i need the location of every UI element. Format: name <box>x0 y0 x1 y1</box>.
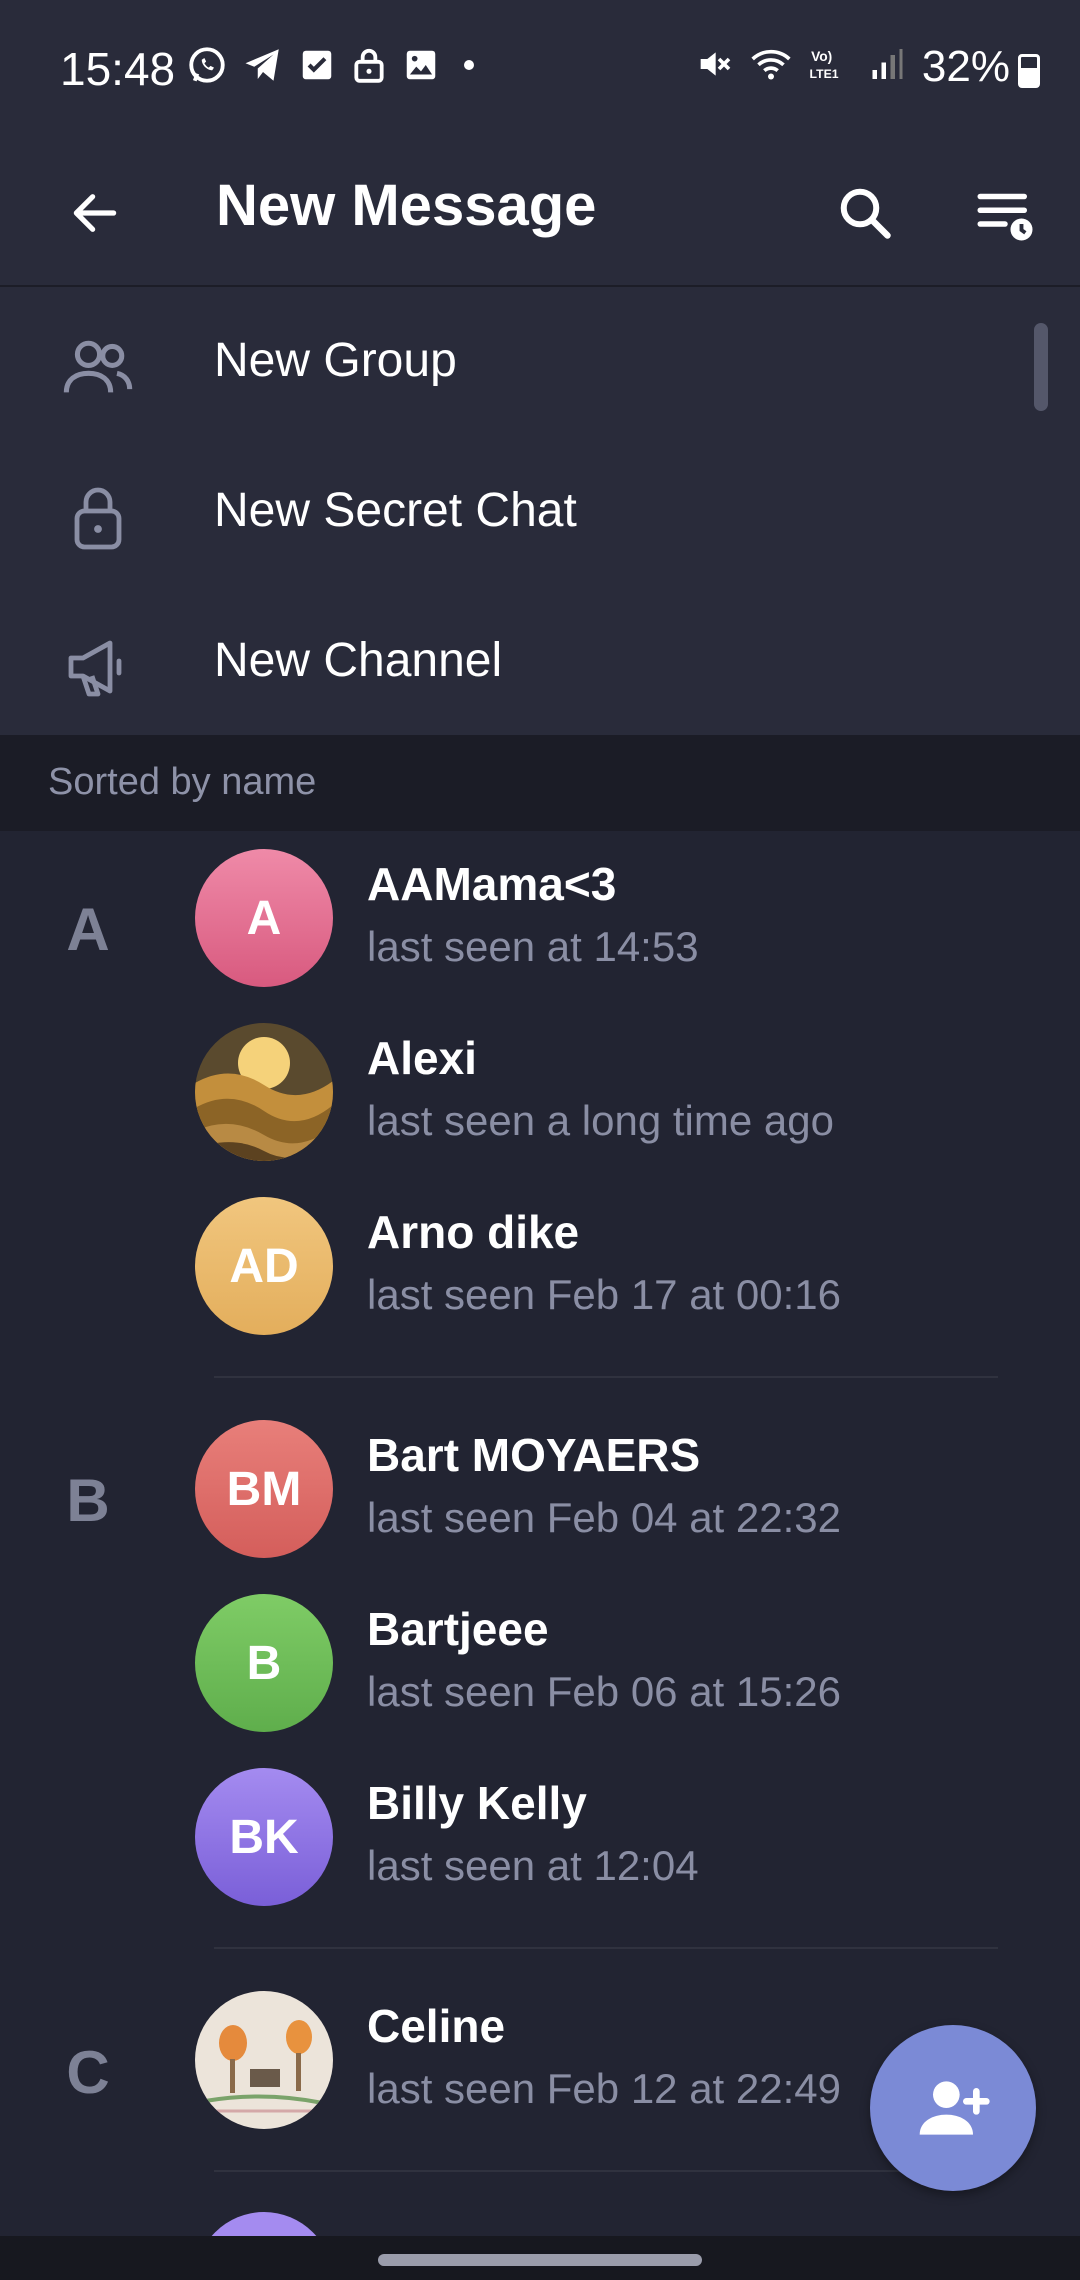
contact-status: last seen Feb 17 at 00:16 <box>367 1271 841 1318</box>
avatar: BK <box>195 1768 333 1906</box>
sort-header-label: Sorted by name <box>48 761 317 803</box>
image-icon <box>406 50 436 80</box>
contact-status: last seen at 14:53 <box>367 923 699 970</box>
signal-icon <box>872 49 903 79</box>
mute-icon <box>700 52 731 76</box>
back-button[interactable] <box>50 168 140 258</box>
avatar: AD <box>195 1197 333 1335</box>
arrow-back-icon <box>73 194 117 232</box>
megaphone-icon <box>58 627 138 707</box>
status-time: 15:48 <box>60 43 176 95</box>
dot-icon <box>464 60 474 70</box>
volte-icon: Vo) LTE1 <box>810 49 839 81</box>
system-icons: Vo) LTE1 <box>694 44 904 84</box>
home-gesture-pill[interactable] <box>378 2254 702 2266</box>
system-nav-bar <box>0 2236 1080 2280</box>
search-button[interactable] <box>820 168 910 258</box>
contact-row[interactable]: AD Arno dike last seen Feb 17 at 00:16 <box>0 1179 1080 1353</box>
new-channel-label: New Channel <box>214 634 503 687</box>
contact-row[interactable]: Alexi last seen a long time ago <box>0 1005 1080 1179</box>
contact-name: Bart MOYAERS <box>367 1429 701 1481</box>
battery-icon <box>1018 54 1040 88</box>
new-group-item[interactable]: New Group <box>0 287 1080 437</box>
sort-clock-icon <box>977 193 1033 241</box>
avatar: BM <box>195 1420 333 1558</box>
section-divider <box>214 1947 998 1949</box>
svg-text:Vo): Vo) <box>811 49 832 64</box>
page-title: New Message <box>216 173 597 238</box>
contact-status: last seen a long time ago <box>367 1097 834 1144</box>
contact-name: Alexi <box>367 1032 477 1084</box>
contact-name: Arno dike <box>367 1206 580 1258</box>
contact-status: last seen Feb 06 at 15:26 <box>367 1668 841 1715</box>
wifi-icon <box>751 49 791 80</box>
contact-name: Billy Kelly <box>367 1777 587 1829</box>
contact-name: Celine <box>367 2000 506 2052</box>
new-secret-chat-label: New Secret Chat <box>214 484 577 537</box>
new-group-label: New Group <box>214 334 457 387</box>
whatsapp-icon <box>189 47 225 83</box>
new-secret-chat-item[interactable]: New Secret Chat <box>0 437 1080 587</box>
new-channel-item[interactable]: New Channel <box>0 587 1080 737</box>
svg-text:LTE1: LTE1 <box>810 67 839 81</box>
telegram-icon <box>245 49 279 81</box>
contact-row[interactable]: B Bartjeee last seen Feb 06 at 15:26 <box>0 1576 1080 1750</box>
sort-button[interactable] <box>960 168 1050 258</box>
section-divider <box>214 2170 998 2172</box>
app-bar: New Message <box>0 140 1080 287</box>
avatar: A <box>195 849 333 987</box>
checkbox-icon <box>302 50 332 80</box>
add-contact-icon <box>919 2081 990 2135</box>
new-options-menu: New Group New Secret Chat New Channel <box>0 287 1080 735</box>
add-contact-button[interactable] <box>870 2025 1036 2191</box>
lock-icon <box>58 477 138 557</box>
contact-status: last seen at 12:04 <box>367 1842 699 1889</box>
partial-avatar <box>195 2212 333 2236</box>
scrollbar[interactable] <box>1034 323 1048 411</box>
contact-name: Bartjeee <box>367 1603 549 1655</box>
contact-row[interactable]: BK Billy Kelly last seen at 12:04 <box>0 1750 1080 1924</box>
avatar: B <box>195 1594 333 1732</box>
status-bar: 15:48 Vo) LTE1 32% <box>0 0 1080 140</box>
search-icon <box>840 188 891 239</box>
contact-name: AAMama<3 <box>367 858 617 910</box>
battery-percent: 32% <box>921 42 1010 91</box>
sort-header: Sorted by name <box>0 735 1080 831</box>
contact-status: last seen Feb 04 at 22:32 <box>367 1494 841 1541</box>
contact-status: last seen Feb 12 at 22:49 <box>367 2065 841 2112</box>
section-divider <box>214 1376 998 1378</box>
notification-icons <box>186 44 484 86</box>
contact-row[interactable]: BM Bart MOYAERS last seen Feb 04 at 22:3… <box>0 1402 1080 1576</box>
lock-icon <box>354 48 384 83</box>
group-icon <box>58 327 138 407</box>
avatar <box>195 1991 333 2129</box>
avatar <box>195 1023 333 1161</box>
contact-row[interactable]: A AAMama<3 last seen at 14:53 <box>0 831 1080 1005</box>
